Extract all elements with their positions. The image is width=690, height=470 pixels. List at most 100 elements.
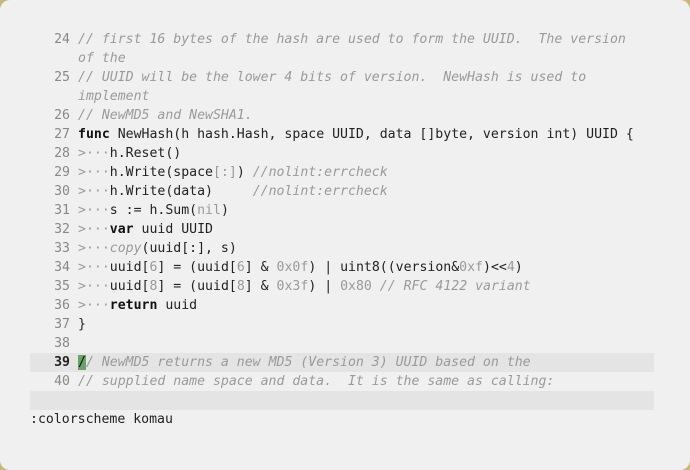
code-token: uuid[: [109, 279, 150, 294]
line-number: 32: [54, 222, 70, 237]
code-token: 6: [236, 260, 245, 275]
code-token: uuid: [157, 298, 198, 313]
code-line[interactable]: 28 >···h.Reset(): [30, 144, 654, 163]
line-number: 30: [54, 184, 70, 199]
code-line[interactable]: 33 >···copy(uuid[:], s): [30, 239, 654, 258]
code-token: of the: [78, 51, 126, 66]
code-token: // RFC 4122 variant: [379, 279, 531, 294]
code-line[interactable]: of the: [30, 49, 654, 68]
code-token: >···: [78, 260, 110, 275]
code-token: >···: [78, 165, 110, 180]
code-token: ): [514, 260, 523, 275]
code-token: // UUID will be the lower 4 bits of vers…: [78, 70, 587, 85]
line-text: >···h.Write(data) //nolint:errcheck: [78, 182, 388, 201]
code-line[interactable]: 29 >···h.Write(space[:]) //nolint:errchec…: [30, 163, 654, 182]
code-token: )<<: [483, 260, 507, 275]
code-token: h.Write(space: [109, 165, 213, 180]
code-line[interactable]: implement: [30, 87, 654, 106]
code-token: uuid UUID: [133, 222, 213, 237]
code-token: ] = (uuid[: [157, 260, 237, 275]
code-token: >···: [78, 184, 110, 199]
line-number: 29: [54, 165, 70, 180]
line-text: // first 16 bytes of the hash are used t…: [78, 30, 626, 49]
line-text: // supplied name space and data. It is t…: [78, 372, 554, 391]
line-number: 39: [54, 355, 70, 370]
line-number: 36: [54, 298, 70, 313]
code-token: // supplied name space and data. It is t…: [78, 374, 555, 389]
code-token: >···: [78, 222, 110, 237]
code-token: 8: [236, 279, 245, 294]
code-line[interactable]: 40 // supplied name space and data. It is…: [30, 372, 654, 391]
code-line[interactable]: 24 // first 16 bytes of the hash are used…: [30, 30, 654, 49]
code-token: >···: [78, 279, 110, 294]
code-token: h.Reset(): [109, 146, 182, 161]
line-number: 26: [54, 108, 70, 123]
line-text: >···uuid[6] = (uuid[6] & 0x0f) | uint8((…: [78, 258, 523, 277]
line-text: >···var uuid UUID: [78, 220, 213, 239]
code-line[interactable]: 35 >···uuid[8] = (uuid[8] & 0x3f) | 0x80 …: [30, 277, 654, 296]
code-line[interactable]: 37}: [30, 315, 654, 334]
code-token: >···: [78, 146, 110, 161]
code-token: NewHash(h hash.Hash, space UUID, data []…: [109, 127, 634, 142]
code-token: ): [220, 203, 229, 218]
line-number: 40: [54, 374, 70, 389]
line-text: >···s := h.Sum(nil): [78, 201, 229, 220]
code-token: 0xf: [459, 260, 483, 275]
code-line[interactable]: 27 func NewHash(h hash.Hash, space UUID, …: [30, 125, 654, 144]
code-line[interactable]: 30 >···h.Write(data) //nolint:errcheck: [30, 182, 654, 201]
code-token: nil: [197, 203, 221, 218]
code-token: uuid[: [109, 260, 150, 275]
code-token: ): [236, 165, 253, 180]
line-text: // NewMD5 returns a new MD5 (Version 3) …: [78, 353, 531, 372]
text-cursor: /: [78, 355, 86, 370]
line-text: implement: [78, 87, 149, 106]
code-token: ] &: [244, 279, 277, 294]
line-text: }: [78, 315, 86, 334]
line-number: 28: [54, 146, 70, 161]
line-number: 38: [54, 336, 70, 351]
command-line[interactable]: :colorscheme komau: [30, 410, 173, 429]
line-number: 35: [54, 279, 70, 294]
code-token: implement: [78, 89, 150, 104]
code-line[interactable]: 25 // UUID will be the lower 4 bits of ve…: [30, 68, 654, 87]
terminal-window: 24 // first 16 bytes of the hash are used…: [0, 0, 690, 470]
code-token: // NewMD5 and NewSHA1.: [78, 108, 253, 123]
code-token: 4: [506, 260, 515, 275]
code-editor[interactable]: 24 // first 16 bytes of the hash are used…: [30, 30, 654, 391]
code-line[interactable]: 31 >···s := h.Sum(nil): [30, 201, 654, 220]
line-text: >···return uuid: [78, 296, 197, 315]
code-token: return: [109, 298, 158, 313]
line-text: // NewMD5 and NewSHA1.: [78, 106, 253, 125]
code-token: >···: [78, 298, 110, 313]
code-line[interactable]: 32 >···var uuid UUID: [30, 220, 654, 239]
code-line[interactable]: 36 >···return uuid: [30, 296, 654, 315]
line-text: >···uuid[8] = (uuid[8] & 0x3f) | 0x80 //…: [78, 277, 531, 296]
code-line[interactable]: 26 // NewMD5 and NewSHA1.: [30, 106, 654, 125]
code-token: //nolint:errcheck: [252, 165, 388, 180]
code-token: h.Write(data): [109, 184, 253, 199]
line-text: >···h.Reset(): [78, 144, 181, 163]
code-line[interactable]: 38: [30, 334, 654, 353]
code-token: //nolint:errcheck: [252, 184, 388, 199]
code-token: ) | uint8((version&: [308, 260, 460, 275]
line-text: // UUID will be the lower 4 bits of vers…: [78, 68, 586, 87]
line-text: >···h.Write(space[:]) //nolint:errcheck: [78, 163, 388, 182]
line-number: 33: [54, 241, 70, 256]
line-number: 25: [54, 70, 70, 85]
code-token: (uuid[:], s): [141, 241, 237, 256]
code-token: func: [78, 127, 110, 142]
code-line-current[interactable]: 39 // NewMD5 returns a new MD5 (Version 3…: [30, 353, 654, 372]
code-token: }: [78, 317, 86, 332]
code-token: / NewMD5 returns a new MD5 (Version 3) U…: [85, 355, 531, 370]
code-line[interactable]: 34 >···uuid[6] = (uuid[6] & 0x0f) | uint8…: [30, 258, 654, 277]
code-token: >···: [78, 241, 110, 256]
line-number: 31: [54, 203, 70, 218]
code-token: // first 16 bytes of the hash are used t…: [78, 32, 626, 47]
code-token: [:]: [212, 165, 237, 180]
code-token: ] = (uuid[: [157, 279, 237, 294]
code-token: 0x0f: [276, 260, 309, 275]
line-number: 24: [54, 32, 70, 47]
line-number: 37: [54, 317, 70, 332]
line-number: 34: [54, 260, 70, 275]
